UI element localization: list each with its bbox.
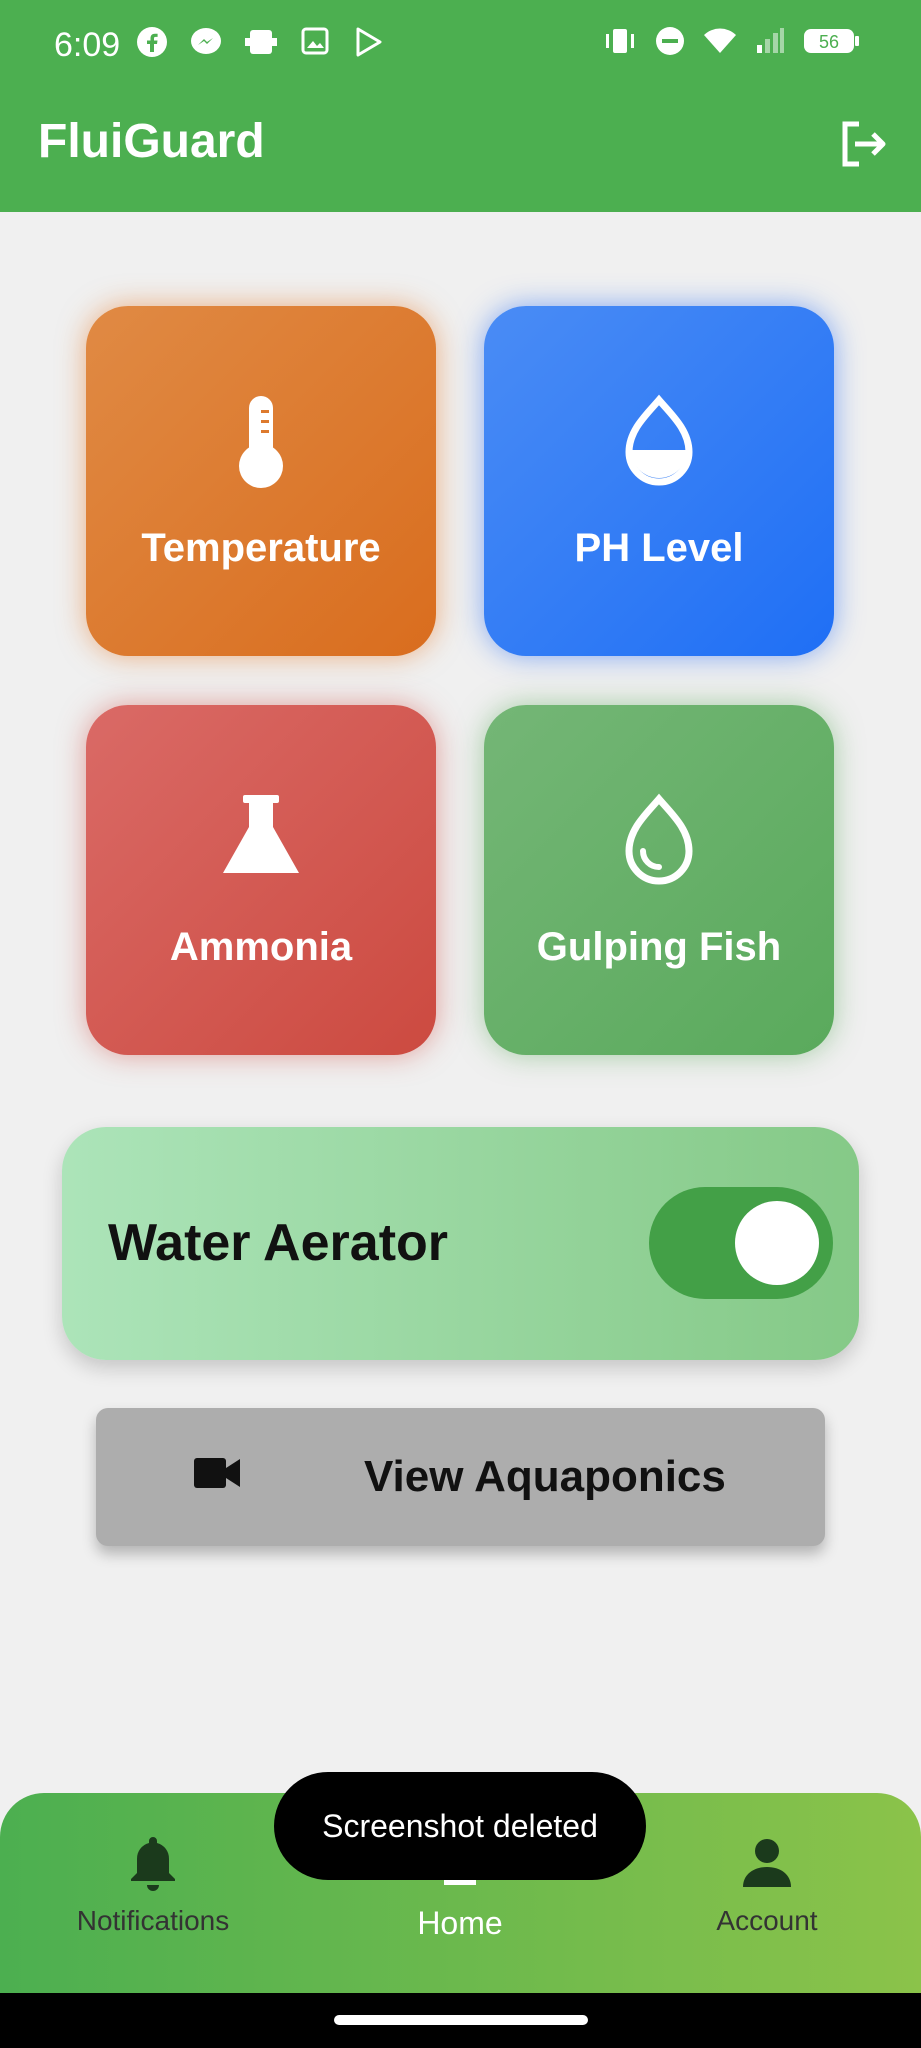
- home-gesture-pill[interactable]: [334, 2015, 588, 2025]
- toggle-knob: [735, 1201, 819, 1285]
- status-icons-left: [136, 26, 384, 58]
- media-icon: [245, 30, 277, 54]
- tile-label: PH Level: [574, 526, 744, 570]
- toast-message: Screenshot deleted: [274, 1772, 646, 1880]
- status-time: 6:09: [54, 26, 121, 64]
- gulping-fish-tile[interactable]: Gulping Fish: [484, 705, 834, 1055]
- status-icons-right: 56: [603, 26, 861, 56]
- battery-level: 56: [819, 32, 839, 52]
- logout-icon[interactable]: [837, 118, 889, 170]
- video-camera-icon: [194, 1458, 240, 1488]
- water-aerator-toggle[interactable]: [649, 1187, 833, 1299]
- messenger-icon: [191, 28, 221, 54]
- battery-icon: 56: [804, 29, 859, 53]
- status-bar: 6:09 56: [0, 0, 921, 92]
- ph-level-tile[interactable]: PH Level: [484, 306, 834, 656]
- ammonia-tile[interactable]: Ammonia: [86, 705, 436, 1055]
- water-drop-half-icon: [625, 394, 693, 486]
- water-aerator-label: Water Aerator: [108, 1214, 449, 1272]
- water-aerator-card: Water Aerator: [62, 1127, 859, 1360]
- vibrate-icon: [606, 29, 634, 53]
- view-aquaponics-button[interactable]: View Aquaponics: [96, 1408, 825, 1546]
- water-drop-icon: [625, 793, 693, 885]
- app-title: FluiGuard: [38, 115, 265, 168]
- flask-icon: [223, 795, 299, 873]
- temperature-tile[interactable]: Temperature: [86, 306, 436, 656]
- tile-label: Temperature: [141, 526, 381, 570]
- nav-notifications[interactable]: Notifications: [23, 1833, 283, 1937]
- signal-icon: [757, 28, 784, 53]
- system-nav-bar: [0, 1993, 921, 2048]
- app-bar: FluiGuard: [0, 92, 921, 212]
- tile-label: Gulping Fish: [536, 925, 782, 969]
- view-aquaponics-label: View Aquaponics: [364, 1452, 726, 1501]
- nav-account-label: Account: [716, 1905, 818, 1936]
- tile-label: Ammonia: [169, 925, 353, 969]
- thermometer-icon: [239, 396, 283, 488]
- wifi-icon: [704, 28, 736, 53]
- facebook-icon: [137, 27, 167, 57]
- nav-home-label: Home: [417, 1905, 503, 1941]
- person-icon: [743, 1839, 791, 1887]
- dnd-icon: [656, 27, 684, 55]
- nav-notifications-label: Notifications: [76, 1905, 230, 1936]
- nav-account[interactable]: Account: [637, 1833, 897, 1937]
- play-icon: [356, 27, 382, 57]
- bell-icon: [131, 1837, 175, 1891]
- image-icon: [301, 27, 329, 55]
